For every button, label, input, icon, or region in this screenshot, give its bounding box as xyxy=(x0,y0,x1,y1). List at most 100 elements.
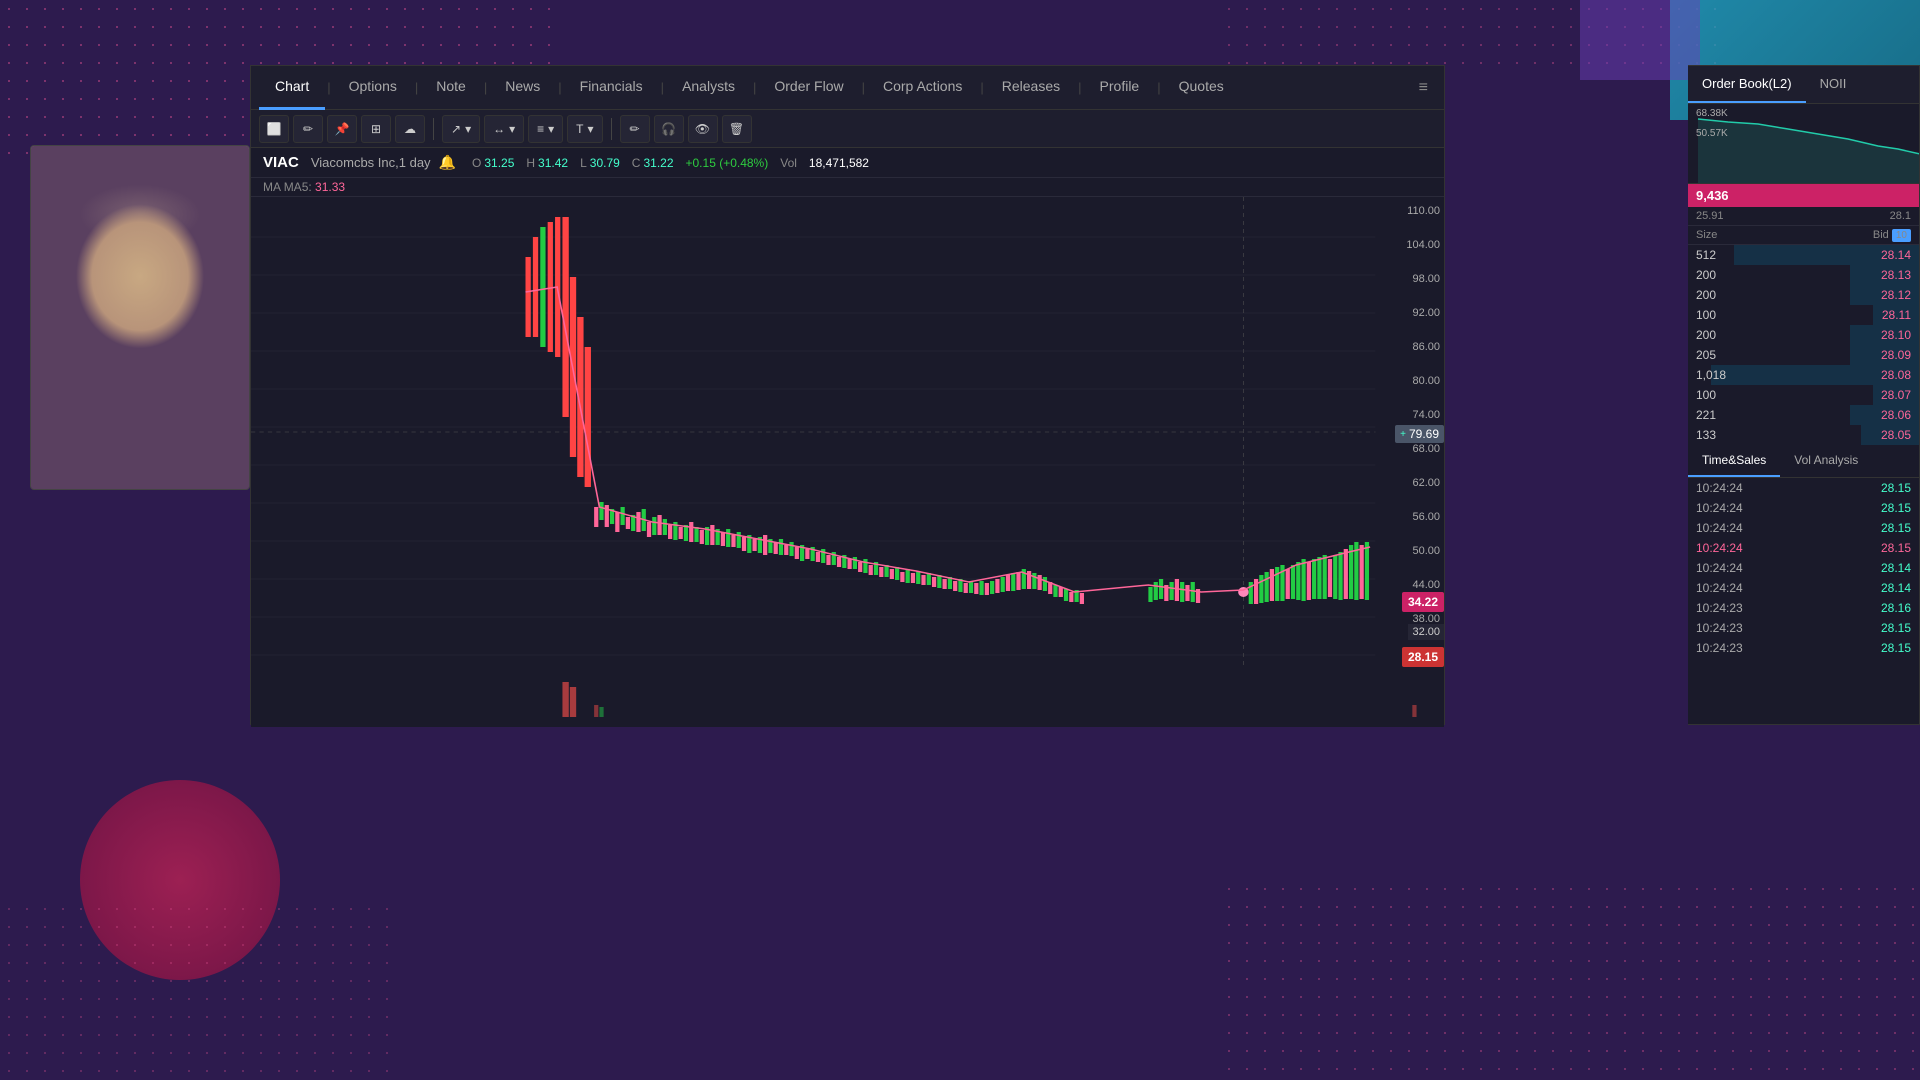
price-chart xyxy=(251,197,1444,727)
orderbook-panel: Order Book(L2) NOII 68.38K 50.57K 9,436 … xyxy=(1688,65,1920,725)
tab-financials[interactable]: Financials xyxy=(564,66,659,110)
ob-row[interactable]: 1,018 28.08 xyxy=(1688,365,1919,385)
toolbar-cloud-btn[interactable]: ☁ xyxy=(395,115,425,143)
ob-row[interactable]: 200 28.13 xyxy=(1688,265,1919,285)
toolbar-grid-btn[interactable]: ⊞ xyxy=(361,115,391,143)
ma-bar: MA MA5: 31.33 xyxy=(251,178,1444,197)
screenshot-icon: ⬜ xyxy=(267,122,282,136)
toolbar-delete-btn[interactable]: 🗑 xyxy=(722,115,752,143)
ob-header: Size Bid 10 xyxy=(1688,226,1919,245)
tab-news[interactable]: News xyxy=(489,66,556,110)
stock-bell-icon[interactable]: 🔔 xyxy=(439,154,456,171)
toolbar-screenshot-btn[interactable]: ⬜ xyxy=(259,115,289,143)
tab-analysts[interactable]: Analysts xyxy=(666,66,751,110)
ob-row[interactable]: 200 28.10 xyxy=(1688,325,1919,345)
price-label-32: 32.00 xyxy=(1408,624,1444,640)
ob-bid-header: Bid 10 xyxy=(1873,229,1911,241)
ob-tab-bar: Order Book(L2) NOII xyxy=(1688,66,1919,104)
text-icon: T xyxy=(576,122,583,136)
tab-corpactions[interactable]: Corp Actions xyxy=(867,66,978,110)
tab-releases[interactable]: Releases xyxy=(986,66,1076,110)
tab-bar: Chart | Options | Note | News | Financia… xyxy=(251,66,1444,110)
chart-area[interactable]: 110.00 104.00 98.00 92.00 86.00 80.00 74… xyxy=(251,197,1444,727)
toolbar-arrow-btn[interactable]: ↗ ▾ xyxy=(442,115,480,143)
bg-purple-block xyxy=(1580,0,1700,80)
ts-row: 10:24:24 28.14 xyxy=(1688,578,1919,598)
sep2: | xyxy=(413,80,420,95)
low-value: 30.79 xyxy=(590,156,620,170)
stock-change: +0.15 (+0.48%) xyxy=(686,156,769,170)
price-label: 50.00 xyxy=(1380,545,1440,557)
pin-icon: 📌 xyxy=(335,122,350,136)
toolbar-sep1 xyxy=(433,118,434,140)
price-label: 68.00 xyxy=(1380,443,1440,455)
ts-row: 10:24:24 28.14 xyxy=(1688,558,1919,578)
current-price-badge-red: 28.15 xyxy=(1402,647,1444,667)
toolbar-headphone-btn[interactable]: 🎧 xyxy=(654,115,684,143)
sep7: | xyxy=(860,80,867,95)
ob-minichart-svg: 68.38K 50.57K xyxy=(1688,104,1919,184)
draw-icon: ✏ xyxy=(303,122,313,136)
vol-label: Vol xyxy=(780,156,797,170)
ob-row[interactable]: 512 28.14 xyxy=(1688,245,1919,265)
headphone-icon: 🎧 xyxy=(661,122,676,136)
bg-dots-bottomright xyxy=(1220,880,1920,1080)
ts-tab-timesales[interactable]: Time&Sales xyxy=(1688,445,1780,477)
ob-row[interactable]: 200 28.12 xyxy=(1688,285,1919,305)
ts-tab-volanalysis[interactable]: Vol Analysis xyxy=(1780,445,1872,477)
ob-row[interactable]: 205 28.09 xyxy=(1688,345,1919,365)
arrow-icon: ↗ xyxy=(451,122,461,136)
low-label: L xyxy=(580,156,587,170)
sep1: | xyxy=(325,80,332,95)
open-label: O xyxy=(472,156,481,170)
ob-tab-l2[interactable]: Order Book(L2) xyxy=(1688,66,1806,103)
ob-row[interactable]: 100 28.07 xyxy=(1688,385,1919,405)
ob-tab-noii[interactable]: NOII xyxy=(1806,66,1861,103)
eye-icon: 👁 xyxy=(695,122,710,136)
tab-options[interactable]: Options xyxy=(333,66,413,110)
ob-spread-row: 25.91 28.1 xyxy=(1688,207,1919,226)
webcam-feed xyxy=(30,145,250,490)
sep6: | xyxy=(751,80,758,95)
pencil-icon: ✏ xyxy=(630,122,640,136)
measure-icon: ≡ xyxy=(537,122,544,136)
price-label: 80.00 xyxy=(1380,375,1440,387)
toolbar-eye-btn[interactable]: 👁 xyxy=(688,115,718,143)
ob-row[interactable]: 100 28.11 xyxy=(1688,305,1919,325)
tab-profile[interactable]: Profile xyxy=(1084,66,1156,110)
arrow-dropdown-icon: ▾ xyxy=(465,122,471,136)
tab-orderflow[interactable]: Order Flow xyxy=(758,66,859,110)
stock-ohlc: O 31.25 H 31.42 L 30.79 C 31.22 +0.15 (+… xyxy=(472,156,869,170)
text-dropdown-icon: ▾ xyxy=(588,122,594,136)
toolbar-pin-btn[interactable]: 📌 xyxy=(327,115,357,143)
sep10: | xyxy=(1155,80,1162,95)
svg-text:68.38K: 68.38K xyxy=(1696,108,1728,119)
toolbar-sep2 xyxy=(611,118,612,140)
tab-note[interactable]: Note xyxy=(420,66,482,110)
delete-icon: 🗑 xyxy=(729,122,744,136)
sep9: | xyxy=(1076,80,1083,95)
ob-row[interactable]: 133 28.05 xyxy=(1688,425,1919,445)
stock-name: Viacomcbs Inc,1 day xyxy=(311,155,431,170)
toolbar-draw-btn[interactable]: ✏ xyxy=(293,115,323,143)
tab-menu-icon[interactable]: ≡ xyxy=(1411,79,1436,97)
close-label: C xyxy=(632,156,641,170)
tab-quotes[interactable]: Quotes xyxy=(1163,66,1240,110)
ob-row[interactable]: 221 28.06 xyxy=(1688,405,1919,425)
tab-chart[interactable]: Chart xyxy=(259,66,325,110)
ma-value: 31.33 xyxy=(315,180,345,194)
bg-dots-bottomleft xyxy=(0,900,400,1080)
price-label: 92.00 xyxy=(1380,307,1440,319)
price-label: 44.00 xyxy=(1380,579,1440,591)
ts-row: 10:24:24 28.15 xyxy=(1688,478,1919,498)
stock-info-bar: VIAC Viacomcbs Inc,1 day 🔔 O 31.25 H 31.… xyxy=(251,148,1444,178)
toolbar-trendline-btn[interactable]: ↔ ▾ xyxy=(484,115,524,143)
ob-ask-rows: 512 28.14 200 28.13 200 28.12 100 28.11 … xyxy=(1688,245,1919,445)
price-label: 62.00 xyxy=(1380,477,1440,489)
toolbar-measure-btn[interactable]: ≡ ▾ xyxy=(528,115,563,143)
toolbar-pencil-btn[interactable]: ✏ xyxy=(620,115,650,143)
crosshair-plus-icon: + xyxy=(1400,429,1406,440)
ma-label: MA xyxy=(263,180,280,194)
current-price-badge-pink: 34.22 xyxy=(1402,592,1444,612)
toolbar-text-btn[interactable]: T ▾ xyxy=(567,115,602,143)
